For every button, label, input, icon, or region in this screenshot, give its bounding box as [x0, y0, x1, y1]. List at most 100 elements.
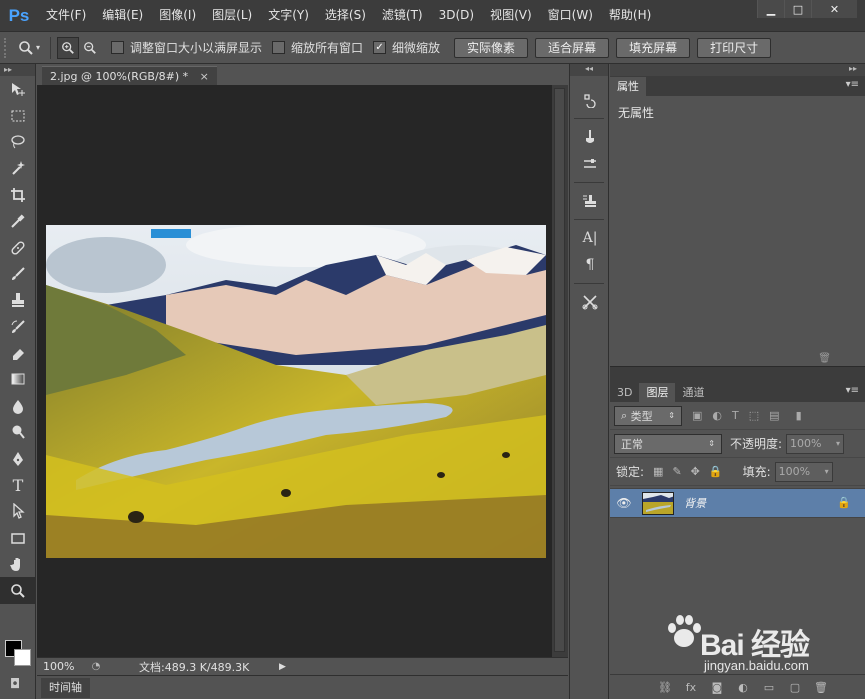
hand-tool-icon[interactable]	[0, 551, 36, 577]
zoom-tool-icon[interactable]	[0, 577, 36, 604]
adjustment-filter-icon[interactable]: ◐	[712, 409, 722, 422]
menu-image[interactable]: 图像(I)	[151, 0, 204, 31]
timeline-tab[interactable]: 时间轴	[41, 678, 90, 698]
lock-all-icon[interactable]: 🔒	[709, 465, 723, 478]
history-brush-tool-icon[interactable]	[0, 314, 36, 340]
zoom-tool-preset-icon[interactable]: ▾	[14, 36, 44, 60]
layer-name[interactable]: 背景	[684, 495, 706, 511]
history-panel-icon[interactable]	[570, 86, 610, 113]
paragraph-panel-icon[interactable]: ¶	[570, 251, 610, 278]
move-tool-icon[interactable]	[0, 76, 36, 102]
blend-row: 正常 ⇕ 不透明度: 100% ▾	[610, 430, 865, 458]
brush-tool-icon[interactable]	[0, 261, 36, 287]
menu-type[interactable]: 文字(Y)	[260, 0, 317, 31]
menu-help[interactable]: 帮助(H)	[601, 0, 659, 31]
tab-channels[interactable]: 通道	[675, 383, 711, 402]
menu-view[interactable]: 视图(V)	[482, 0, 540, 31]
close-tab-icon[interactable]: ×	[200, 70, 209, 83]
lock-position-icon[interactable]: ✥	[691, 465, 700, 478]
layer-thumbnail[interactable]	[642, 491, 674, 515]
brush-presets-panel-icon[interactable]	[570, 123, 610, 150]
checkbox-box-checked[interactable]: ✓	[373, 41, 387, 54]
checkbox-box[interactable]	[111, 41, 124, 54]
healing-brush-tool-icon[interactable]	[0, 234, 36, 260]
type-tool-icon[interactable]: T	[0, 472, 36, 498]
landscape-photo[interactable]	[46, 225, 546, 558]
tools-collapse-icon[interactable]: ▸▸	[0, 64, 35, 76]
crop-tool-icon[interactable]	[0, 182, 36, 208]
document-area: 2.jpg @ 100%(RGB/8#) * × 100% ◔ 文档:489.3…	[37, 64, 568, 699]
eyedropper-tool-icon[interactable]	[0, 208, 36, 234]
tools-panel: ▸▸ T ◘	[0, 64, 36, 699]
close-window-button[interactable]: ✕	[811, 0, 857, 18]
clone-source-panel-icon[interactable]	[570, 187, 610, 214]
eraser-tool-icon[interactable]	[0, 340, 36, 366]
panel-divider[interactable]	[610, 366, 865, 382]
status-info-icon[interactable]: ◔	[87, 660, 105, 674]
menu-window[interactable]: 窗口(W)	[540, 0, 601, 31]
status-menu-arrow-icon[interactable]: ▶	[279, 662, 286, 672]
smart-object-filter-icon[interactable]: ▤	[769, 409, 779, 422]
brush-panel-icon[interactable]	[570, 150, 610, 177]
minimize-button[interactable]: ▁	[757, 0, 784, 18]
fill-field[interactable]: 100% ▾	[774, 461, 833, 482]
visibility-eye-icon[interactable]: 👁	[610, 496, 638, 510]
gradient-tool-icon[interactable]	[0, 366, 36, 392]
maximize-button[interactable]: □	[784, 0, 811, 18]
pixel-filter-icon[interactable]: ▣	[692, 409, 702, 422]
fill-screen-button[interactable]: 填充屏幕	[616, 37, 691, 58]
menu-edit[interactable]: 编辑(E)	[94, 0, 151, 31]
zoom-out-icon[interactable]	[79, 37, 101, 59]
tab-layers[interactable]: 图层	[639, 383, 676, 402]
menu-select[interactable]: 选择(S)	[317, 0, 374, 31]
lock-image-icon[interactable]: ✎	[672, 465, 681, 478]
marquee-tool-icon[interactable]	[0, 102, 36, 128]
character-panel-icon[interactable]: A|	[570, 224, 610, 251]
paw-icon	[668, 615, 701, 647]
print-size-button[interactable]: 打印尺寸	[697, 37, 772, 58]
menu-file[interactable]: 文件(F)	[38, 0, 94, 31]
zoom-all-windows-checkbox[interactable]: 缩放所有窗口	[272, 39, 363, 56]
vertical-scroll-thumb[interactable]	[554, 88, 565, 652]
menu-3d[interactable]: 3D(D)	[431, 0, 482, 31]
options-grip[interactable]	[4, 37, 14, 58]
path-selection-tool-icon[interactable]	[0, 498, 36, 524]
shape-filter-icon[interactable]: ⬚	[749, 409, 759, 422]
lasso-tool-icon[interactable]	[0, 129, 36, 155]
vertical-scrollbar[interactable]	[552, 85, 568, 657]
clone-stamp-tool-icon[interactable]	[0, 287, 36, 313]
properties-menu-icon[interactable]: ▾≡	[846, 79, 859, 90]
menu-filter[interactable]: 滤镜(T)	[374, 0, 431, 31]
zoom-in-icon[interactable]	[57, 36, 79, 59]
scrubby-zoom-checkbox[interactable]: ✓ 细微缩放	[373, 39, 440, 56]
zoom-level[interactable]: 100%	[37, 660, 87, 673]
checkbox-box[interactable]	[272, 41, 286, 54]
tab-properties[interactable]: 属性	[610, 77, 646, 96]
menu-layer[interactable]: 图层(L)	[204, 0, 260, 31]
properties-trash-icon[interactable]: 🗑	[818, 353, 831, 364]
canvas-background[interactable]	[37, 85, 552, 657]
opacity-field[interactable]: 100% ▾	[786, 433, 845, 454]
filter-toggle-icon[interactable]: ▮	[796, 409, 802, 422]
blur-tool-icon[interactable]	[0, 393, 36, 419]
fit-screen-button[interactable]: 适合屏幕	[535, 37, 610, 58]
document-tab[interactable]: 2.jpg @ 100%(RGB/8#) * ×	[42, 66, 217, 85]
resize-windows-checkbox[interactable]: 调整窗口大小以满屏显示	[111, 39, 262, 56]
pen-tool-icon[interactable]	[0, 445, 36, 471]
tab-3d[interactable]: 3D	[610, 383, 639, 402]
lock-transparency-icon[interactable]: ▦	[653, 465, 663, 478]
quick-mask-icon[interactable]: ◘	[10, 677, 20, 692]
panels-collapse-icon[interactable]: ▸▸	[610, 64, 865, 76]
layer-row[interactable]: 👁 背景 🔒	[610, 488, 865, 518]
rectangle-tool-icon[interactable]	[0, 525, 36, 551]
layer-filter-select[interactable]: ⌕ 类型 ⇕	[614, 405, 682, 426]
type-filter-icon[interactable]: T	[732, 409, 739, 422]
tool-presets-panel-icon[interactable]	[570, 288, 610, 315]
dodge-tool-icon[interactable]	[0, 419, 36, 445]
actual-pixels-button[interactable]: 实际像素	[454, 37, 529, 58]
blend-mode-select[interactable]: 正常 ⇕	[614, 433, 722, 454]
magic-wand-tool-icon[interactable]	[0, 155, 36, 181]
background-color-swatch[interactable]	[14, 649, 31, 666]
layers-menu-icon[interactable]: ▾≡	[846, 385, 859, 396]
strip-collapse-icon[interactable]: ◂◂	[570, 64, 608, 76]
